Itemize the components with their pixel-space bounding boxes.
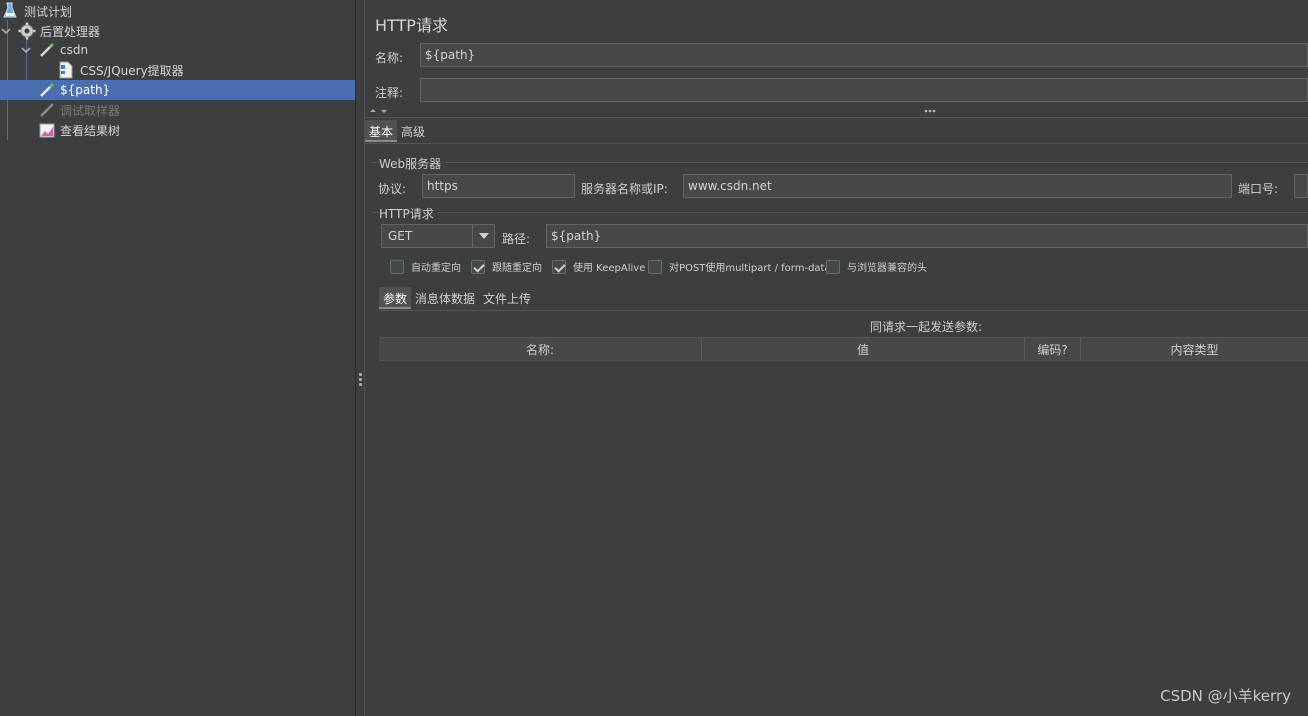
method-value: GET bbox=[388, 229, 413, 243]
browser-headers-checkbox[interactable]: 与浏览器兼容的头 bbox=[826, 259, 927, 274]
column-header-encode[interactable]: 编码? bbox=[1025, 338, 1081, 360]
body-tabs: 参数 消息体数据 文件上传 bbox=[379, 287, 535, 309]
tree-node-css-extractor[interactable]: CSS/JQuery提取器 bbox=[58, 60, 184, 80]
tab-file-upload[interactable]: 文件上传 bbox=[479, 287, 535, 309]
path-field[interactable]: ${path} bbox=[546, 224, 1308, 248]
checkbox-box[interactable] bbox=[826, 259, 840, 274]
pipette-icon bbox=[38, 101, 56, 119]
tree-node-label: ${path} bbox=[60, 83, 111, 97]
auto-redirect-checkbox[interactable]: 自动重定向 bbox=[390, 259, 461, 274]
collapse-bar[interactable] bbox=[365, 106, 1308, 116]
tree-node-label: CSS/JQuery提取器 bbox=[80, 63, 184, 78]
http-request-panel: HTTP请求 名称: ${path} 注释: 基本 高级 Web服务器 协议: … bbox=[365, 0, 1308, 716]
protocol-field[interactable]: https bbox=[422, 174, 575, 198]
comment-field[interactable] bbox=[420, 78, 1308, 102]
checkbox-label: 使用 KeepAlive bbox=[573, 263, 646, 274]
tree-node-label: 测试计划 bbox=[24, 4, 73, 19]
tree-node-path-sampler[interactable]: ${path} bbox=[0, 80, 355, 100]
multipart-checkbox[interactable]: 对POST使用multipart / form-data bbox=[648, 259, 831, 274]
tree-node-label: 后置处理器 bbox=[40, 24, 101, 39]
name-field[interactable]: ${path} bbox=[420, 43, 1308, 67]
checkbox-label: 自动重定向 bbox=[411, 263, 461, 274]
tree-node-result-tree[interactable]: 查看结果树 bbox=[38, 120, 120, 140]
test-plan-tree: 测试计划 后置处理器 csdn CSS/JQuery提取器 ${path} 调试… bbox=[0, 0, 355, 716]
watermark: CSDN @小羊kerry bbox=[1160, 687, 1291, 705]
dropdown-arrow-icon[interactable] bbox=[472, 225, 494, 247]
divider bbox=[379, 310, 1308, 311]
server-field[interactable]: www.csdn.net bbox=[683, 174, 1232, 198]
protocol-label: 协议: bbox=[378, 182, 407, 196]
comment-label: 注释: bbox=[375, 86, 404, 100]
checkbox-label: 对POST使用multipart / form-data bbox=[669, 263, 831, 274]
follow-redirect-checkbox[interactable]: 跟随重定向 bbox=[471, 259, 542, 274]
checkbox-box[interactable] bbox=[648, 259, 662, 274]
tree-node-test-plan[interactable]: 测试计划 bbox=[2, 1, 72, 21]
chevron-down-icon[interactable] bbox=[0, 25, 12, 37]
panel-splitter[interactable] bbox=[355, 0, 365, 716]
web-server-group-title: Web服务器 bbox=[379, 155, 446, 172]
tab-parameters[interactable]: 参数 bbox=[379, 287, 412, 309]
page-title: HTTP请求 bbox=[375, 16, 448, 35]
divider bbox=[365, 117, 1308, 118]
server-label: 服务器名称或IP: bbox=[581, 182, 668, 196]
document-icon bbox=[58, 61, 76, 79]
port-field[interactable] bbox=[1294, 174, 1308, 198]
chart-icon bbox=[38, 121, 56, 139]
tree-node-post-processor[interactable]: 后置处理器 bbox=[0, 21, 100, 41]
tree-node-label: csdn bbox=[60, 43, 89, 57]
path-label: 路径: bbox=[502, 232, 531, 246]
gear-icon bbox=[18, 22, 36, 40]
http-request-group-title: HTTP请求 bbox=[379, 205, 438, 222]
keepalive-checkbox[interactable]: 使用 KeepAlive bbox=[552, 259, 645, 274]
tab-advanced[interactable]: 高级 bbox=[397, 120, 429, 142]
column-header-name[interactable]: 名称: bbox=[379, 338, 702, 360]
port-label: 端口号: bbox=[1238, 182, 1279, 196]
chevron-down-icon[interactable] bbox=[20, 44, 32, 56]
group-border bbox=[371, 212, 1308, 213]
tree-node-csdn[interactable]: csdn bbox=[20, 40, 88, 60]
grip-icon bbox=[359, 373, 362, 388]
tab-body-data[interactable]: 消息体数据 bbox=[411, 287, 479, 309]
pipette-icon bbox=[38, 41, 56, 59]
params-caption: 同请求一起发送参数: bbox=[870, 320, 983, 334]
checkbox-box[interactable] bbox=[471, 259, 485, 274]
column-header-value[interactable]: 值 bbox=[702, 338, 1025, 360]
params-table-header: 名称: 值 编码? 内容类型 bbox=[379, 337, 1308, 361]
tree-node-label: 调试取样器 bbox=[60, 103, 121, 118]
tree-node-debug-sampler[interactable]: 调试取样器 bbox=[38, 100, 120, 120]
tab-basic[interactable]: 基本 bbox=[365, 120, 398, 142]
tree-node-label: 查看结果树 bbox=[60, 123, 121, 138]
checkbox-box[interactable] bbox=[552, 259, 566, 274]
method-select[interactable]: GET bbox=[381, 224, 495, 248]
name-label: 名称: bbox=[375, 51, 404, 65]
flask-icon bbox=[2, 2, 20, 20]
divider bbox=[365, 143, 1308, 144]
group-border bbox=[371, 162, 1308, 163]
checkbox-label: 与浏览器兼容的头 bbox=[847, 263, 927, 274]
checkbox-box[interactable] bbox=[390, 259, 404, 274]
column-header-content-type[interactable]: 内容类型 bbox=[1081, 338, 1308, 360]
main-tabs: 基本 高级 bbox=[365, 120, 429, 142]
pipette-icon bbox=[38, 81, 56, 99]
checkbox-label: 跟随重定向 bbox=[492, 263, 542, 274]
